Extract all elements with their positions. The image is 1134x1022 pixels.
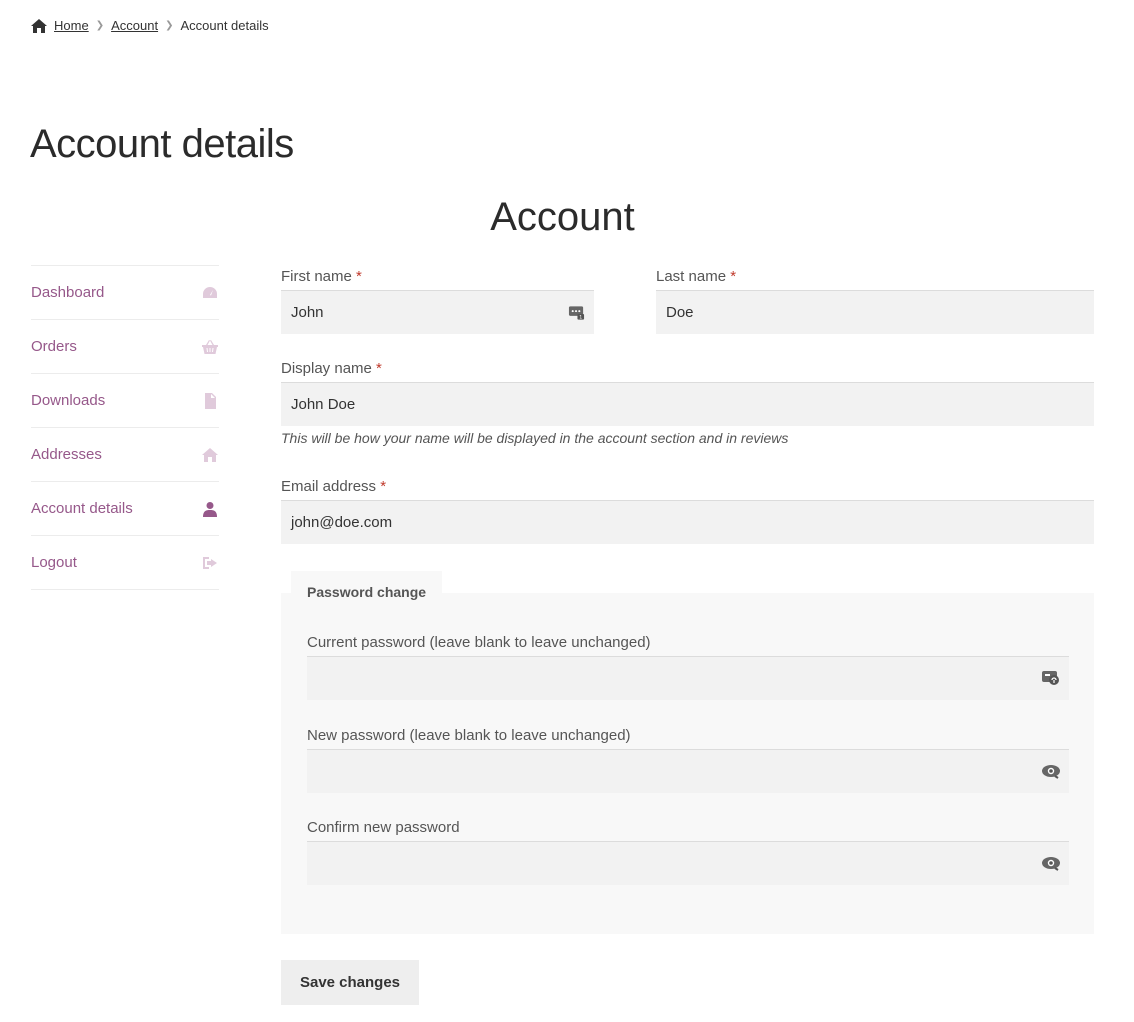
password-manager-icon[interactable]	[1041, 669, 1061, 687]
current-password-label: Current password (leave blank to leave u…	[307, 634, 651, 651]
nav-item-label: Account details	[31, 500, 133, 517]
page-title: Account details	[30, 122, 294, 166]
show-password-icon[interactable]	[1041, 762, 1061, 780]
email-label: Email address *	[281, 478, 387, 495]
first-name-field[interactable]: John 1	[281, 290, 594, 334]
user-icon	[201, 501, 218, 517]
nav-item-label: Dashboard	[31, 284, 105, 301]
password-manager-icon[interactable]: 1	[566, 304, 586, 322]
display-name-value: John Doe	[291, 396, 356, 413]
current-password-field[interactable]	[307, 656, 1069, 700]
nav-item-label: Downloads	[31, 392, 106, 409]
nav-item-account-details[interactable]: Account details	[31, 482, 219, 536]
nav-item-orders[interactable]: Orders	[31, 320, 219, 374]
password-change-legend: Password change	[291, 571, 442, 600]
account-navigation: Dashboard Orders Downloads Addresses Acc…	[31, 265, 219, 590]
breadcrumb-account-link[interactable]: Account	[111, 18, 158, 33]
nav-item-label: Logout	[31, 554, 77, 571]
nav-item-label: Orders	[31, 338, 77, 355]
nav-item-logout[interactable]: Logout	[31, 536, 219, 590]
breadcrumb: Home ❯ Account ❯ Account details	[31, 18, 269, 33]
nav-item-addresses[interactable]: Addresses	[31, 428, 219, 482]
dashboard-icon	[201, 285, 218, 301]
home-icon	[201, 447, 218, 463]
email-field[interactable]: john@doe.com	[281, 500, 1094, 544]
basket-icon	[201, 339, 218, 355]
logout-icon	[201, 555, 218, 571]
nav-item-label: Addresses	[31, 446, 102, 463]
last-name-field[interactable]: Doe	[656, 290, 1094, 334]
save-changes-button[interactable]: Save changes	[281, 960, 419, 1005]
breadcrumb-separator-icon: ❯	[165, 20, 174, 31]
home-icon	[31, 18, 47, 33]
display-name-field[interactable]: John Doe	[281, 382, 1094, 426]
confirm-password-field[interactable]	[307, 841, 1069, 885]
show-password-icon[interactable]	[1041, 854, 1061, 872]
email-value: john@doe.com	[291, 514, 393, 531]
last-name-value: Doe	[666, 304, 694, 321]
section-title: Account	[490, 195, 635, 239]
svg-text:1: 1	[579, 315, 582, 321]
breadcrumb-home-link[interactable]: Home	[54, 18, 89, 33]
breadcrumb-current: Account details	[180, 18, 269, 33]
confirm-password-label: Confirm new password	[307, 819, 460, 836]
display-name-hint: This will be how your name will be displ…	[281, 430, 789, 446]
display-name-label: Display name *	[281, 360, 382, 377]
first-name-label: First name *	[281, 268, 362, 285]
last-name-label: Last name *	[656, 268, 737, 285]
new-password-field[interactable]	[307, 749, 1069, 793]
nav-item-dashboard[interactable]: Dashboard	[31, 266, 219, 320]
first-name-value: John	[291, 304, 324, 321]
new-password-label: New password (leave blank to leave uncha…	[307, 727, 631, 744]
nav-item-downloads[interactable]: Downloads	[31, 374, 219, 428]
breadcrumb-separator-icon: ❯	[95, 20, 105, 31]
file-icon	[201, 392, 218, 409]
